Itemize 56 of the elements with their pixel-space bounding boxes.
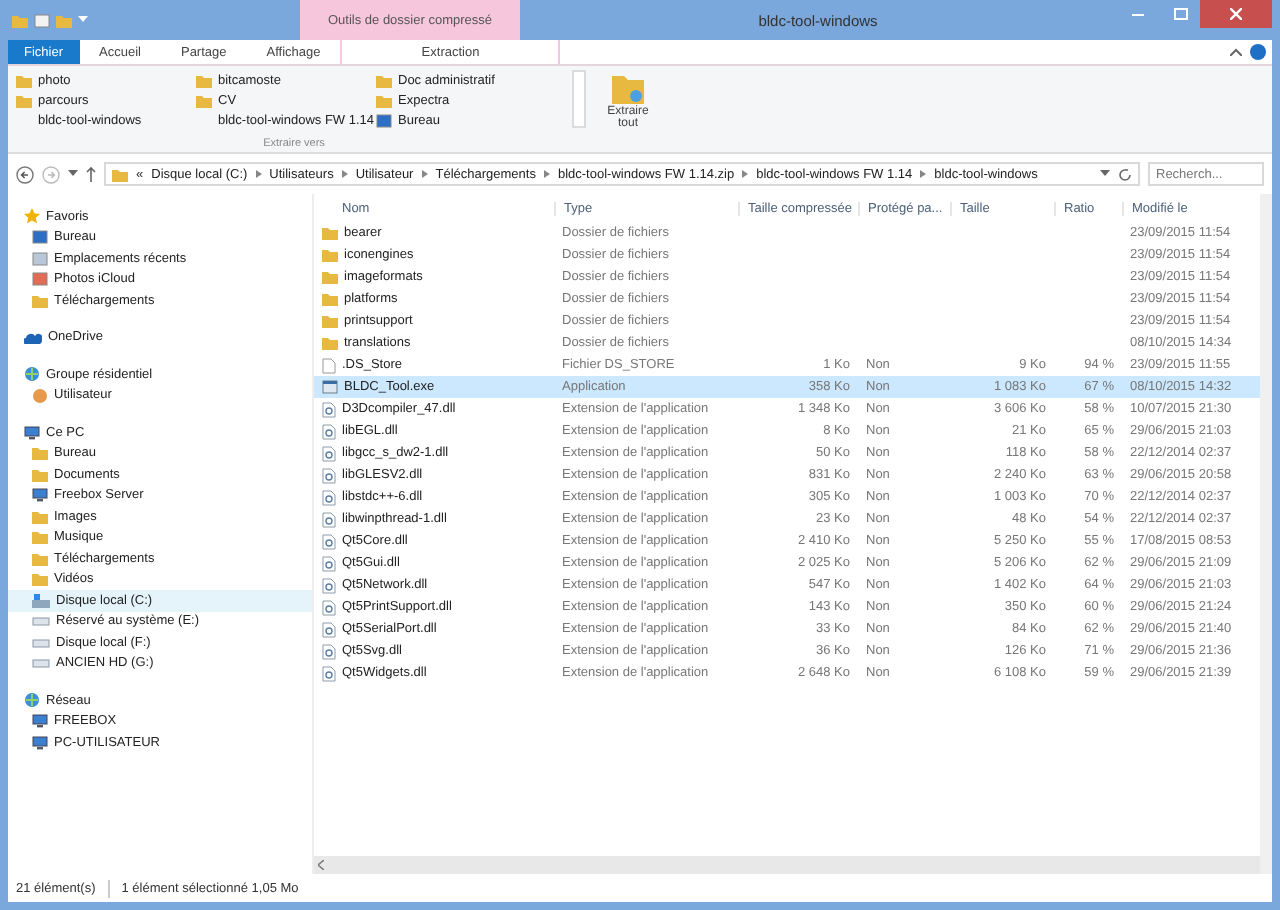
folder-icon bbox=[32, 293, 48, 308]
gear-file-icon bbox=[322, 599, 336, 615]
star-icon bbox=[24, 208, 40, 225]
gear-file-icon bbox=[322, 467, 336, 483]
back-icon[interactable] bbox=[16, 165, 34, 183]
help-icon[interactable] bbox=[1250, 44, 1266, 60]
gear-file-icon bbox=[322, 577, 336, 593]
chevron-icon bbox=[543, 170, 550, 178]
gear-file-icon bbox=[322, 445, 336, 461]
desktop-icon bbox=[376, 113, 392, 127]
computer-icon bbox=[32, 735, 48, 750]
maximize-icon bbox=[1173, 8, 1187, 20]
gear-file-icon bbox=[322, 555, 336, 571]
gear-file-icon bbox=[322, 621, 336, 637]
gear-file-icon bbox=[322, 423, 336, 439]
globe-icon bbox=[24, 366, 40, 383]
new-folder-icon bbox=[56, 13, 72, 27]
close-button[interactable] bbox=[1200, 0, 1272, 28]
cloud-icon bbox=[24, 331, 42, 344]
vertical-scrollbar[interactable] bbox=[1260, 194, 1272, 874]
gallery-scrollbar[interactable] bbox=[572, 70, 586, 128]
computer-icon bbox=[32, 714, 48, 729]
gear-file-icon bbox=[322, 533, 336, 549]
horizontal-scrollbar[interactable] bbox=[314, 856, 1260, 874]
gear-file-icon bbox=[322, 643, 336, 659]
user-icon bbox=[32, 387, 48, 404]
folder-icon bbox=[112, 167, 128, 181]
close-icon bbox=[1230, 8, 1242, 20]
computer-icon bbox=[24, 425, 40, 440]
folder-icon bbox=[12, 13, 28, 27]
caret-icon[interactable] bbox=[1100, 170, 1110, 178]
photos-icon bbox=[32, 272, 48, 287]
chevron-icon bbox=[341, 170, 348, 178]
dropdown-icon[interactable] bbox=[78, 16, 88, 24]
chevron-icon bbox=[920, 170, 927, 178]
chevron-icon bbox=[421, 170, 428, 178]
drive-icon bbox=[32, 593, 50, 608]
computer-icon bbox=[32, 488, 48, 503]
caret-icon[interactable] bbox=[68, 170, 78, 178]
folder-icon bbox=[610, 70, 646, 106]
chevron-icon bbox=[742, 170, 749, 178]
application-icon bbox=[322, 380, 338, 394]
minimize-icon bbox=[1132, 13, 1144, 15]
gear-file-icon bbox=[322, 665, 336, 681]
chevron-icon bbox=[255, 170, 262, 178]
gear-file-icon bbox=[322, 489, 336, 505]
gear-file-icon bbox=[322, 511, 336, 527]
gear-file-icon bbox=[322, 401, 336, 417]
collapse-ribbon-icon[interactable] bbox=[1230, 48, 1242, 56]
refresh-icon[interactable] bbox=[1118, 167, 1132, 181]
globe-icon bbox=[24, 692, 40, 709]
scroll-left-icon[interactable] bbox=[318, 860, 324, 870]
desktop-icon bbox=[32, 230, 48, 245]
recent-places-icon bbox=[32, 251, 48, 266]
up-arrow-icon[interactable] bbox=[86, 166, 96, 182]
file-icon bbox=[322, 357, 336, 373]
